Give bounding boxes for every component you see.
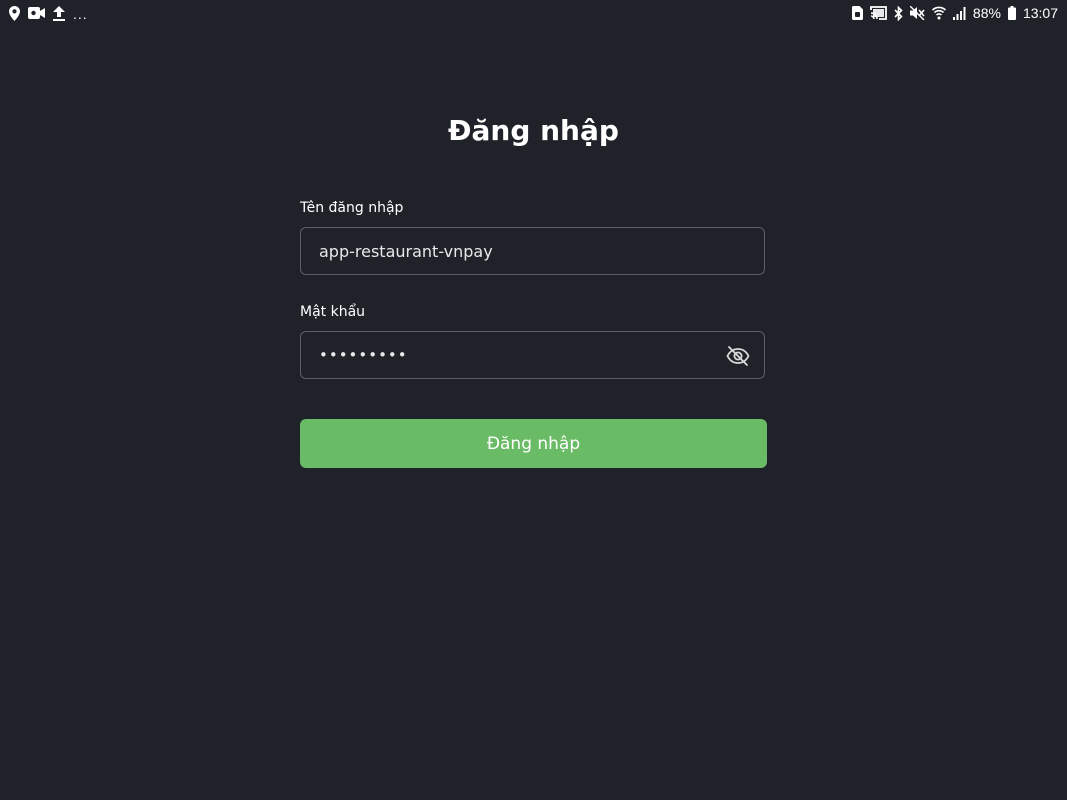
- username-label: Tên đăng nhập: [300, 200, 404, 216]
- page-title: Đăng nhập: [448, 114, 619, 147]
- cast-icon: [870, 6, 887, 20]
- wifi-icon: [931, 6, 946, 20]
- login-button[interactable]: Đăng nhập: [300, 419, 767, 468]
- status-bar: ... 88% 13:07: [0, 0, 1067, 26]
- signal-icon: [952, 6, 966, 20]
- status-bar-right: 88% 13:07: [851, 4, 1058, 22]
- username-input[interactable]: [301, 228, 764, 274]
- password-label: Mật khẩu: [300, 304, 366, 320]
- status-overflow-indicator: ...: [73, 6, 88, 22]
- password-field-container: [300, 331, 765, 379]
- mute-icon: [909, 6, 925, 20]
- eye-off-icon[interactable]: [726, 344, 750, 368]
- bluetooth-icon: [894, 5, 903, 21]
- password-input[interactable]: [301, 332, 764, 378]
- sim-card-icon: [851, 6, 863, 20]
- location-pin-icon: [9, 5, 20, 21]
- status-bar-left: ...: [9, 5, 88, 22]
- username-field-container: [300, 227, 765, 275]
- battery-icon: [1007, 6, 1016, 20]
- status-clock: 13:07: [1022, 5, 1058, 21]
- upload-icon: [53, 5, 65, 21]
- battery-percent: 88%: [972, 5, 1001, 21]
- video-camera-icon: [28, 7, 45, 19]
